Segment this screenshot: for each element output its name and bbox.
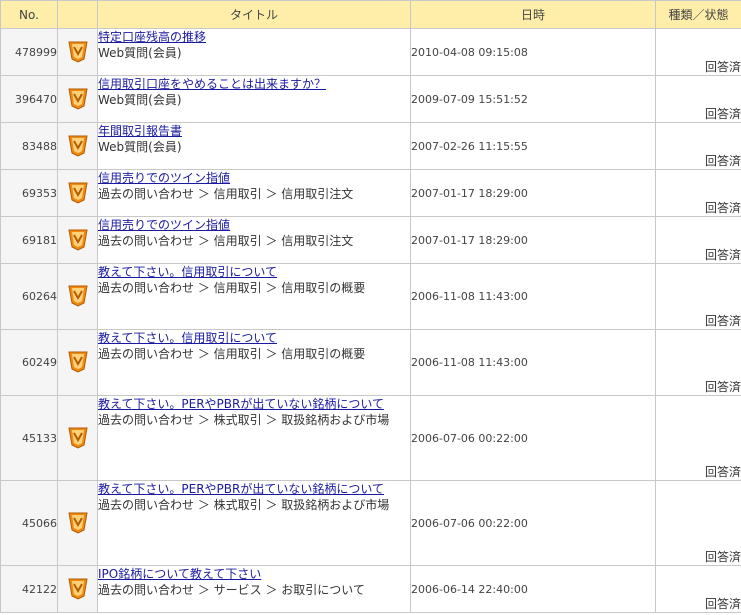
table-row: 45133 教えて下さい。PERやPBRが出ていない銘柄について 過去の問い合わせ … <box>0 395 741 481</box>
row-number: 42122 <box>0 565 58 613</box>
category-path: 過去の問い合わせ ＞ 信用取引 ＞ 信用取引注文 <box>98 187 354 201</box>
row-number: 478999 <box>0 28 58 76</box>
question-title-link[interactable]: 信用取引口座をやめることは出来ますか？ <box>98 77 326 91</box>
row-number: 45133 <box>0 395 58 481</box>
row-number: 45066 <box>0 480 58 566</box>
title-cell: 信用売りでのツイン指値過去の問い合わせ ＞ 信用取引 ＞ 信用取引注文 <box>97 216 411 264</box>
answered-badge-icon <box>67 349 89 373</box>
row-number: 60264 <box>0 263 58 330</box>
table-row: 478999 特定口座残高の推移 Web質問(会員) 2010-04-08 09:15… <box>0 28 741 76</box>
header-title: タイトル <box>97 0 411 29</box>
header-status: 種類／状態 <box>655 0 741 29</box>
date-cell: 2006-07-06 00:22:00 <box>410 395 656 481</box>
title-cell: 教えて下さい。信用取引について過去の問い合わせ ＞ 信用取引 ＞ 信用取引の概要 <box>97 263 411 330</box>
table-row: 60264 教えて下さい。信用取引について過去の問い合わせ ＞ 信用取引 ＞ 信用… <box>0 263 741 330</box>
date-cell: 2006-07-06 00:22:00 <box>410 480 656 566</box>
icon-cell <box>57 169 98 217</box>
header-icon <box>57 0 98 29</box>
title-cell: IPO銘柄について教えて下さい過去の問い合わせ ＞ サービス ＞ お取引について <box>97 565 411 613</box>
status-cell: 回答済 <box>655 565 741 613</box>
date-cell: 2006-06-14 22:40:00 <box>410 565 656 613</box>
status-cell: 回答済 <box>655 216 741 264</box>
row-number: 60249 <box>0 329 58 396</box>
table-row: 45066 教えて下さい。PERやPBRが出ていない銘柄について 過去の問い合わせ … <box>0 480 741 566</box>
answered-badge-icon <box>67 227 89 251</box>
status-cell: 回答済 <box>655 75 741 123</box>
answered-badge-icon <box>67 283 89 307</box>
header-date: 日時 <box>410 0 656 29</box>
category-path: 過去の問い合わせ ＞ 信用取引 ＞ 信用取引注文 <box>98 234 354 248</box>
table-row: 42122 IPO銘柄について教えて下さい過去の問い合わせ ＞ サービス ＞ お取… <box>0 565 741 613</box>
category-path: 過去の問い合わせ ＞ 株式取引 ＞ 取扱銘柄および市場 <box>98 498 390 512</box>
date-cell: 2007-02-26 11:15:55 <box>410 122 656 170</box>
date-cell: 2009-07-09 15:51:52 <box>410 75 656 123</box>
icon-cell <box>57 28 98 76</box>
row-number: 69181 <box>0 216 58 264</box>
answered-badge-icon <box>67 425 89 449</box>
answered-badge-icon <box>67 133 89 157</box>
icon-cell <box>57 263 98 330</box>
date-cell: 2006-11-08 11:43:00 <box>410 329 656 396</box>
table-row: 60249 教えて下さい。信用取引について過去の問い合わせ ＞ 信用取引 ＞ 信用… <box>0 329 741 396</box>
question-title-link[interactable]: IPO銘柄について教えて下さい <box>98 567 261 581</box>
status-cell: 回答済 <box>655 263 741 330</box>
status-cell: 回答済 <box>655 122 741 170</box>
question-title-link[interactable]: 信用売りでのツイン指値 <box>98 171 230 185</box>
icon-cell <box>57 75 98 123</box>
question-title-link[interactable]: 教えて下さい。PERやPBRが出ていない銘柄について <box>98 397 384 411</box>
icon-cell <box>57 216 98 264</box>
title-cell: 教えて下さい。PERやPBRが出ていない銘柄について 過去の問い合わせ ＞ 株式取… <box>97 480 411 566</box>
title-cell: 教えて下さい。信用取引について過去の問い合わせ ＞ 信用取引 ＞ 信用取引の概要 <box>97 329 411 396</box>
table-row: 83488 年間取引報告書 Web質問(会員) 2007-02-26 11:15:55… <box>0 122 741 170</box>
question-title-link[interactable]: 教えて下さい。信用取引について <box>98 265 277 279</box>
icon-cell <box>57 565 98 613</box>
date-cell: 2006-11-08 11:43:00 <box>410 263 656 330</box>
inquiry-table: No. タイトル 日時 種類／状態 478999 特定口座残高の推移 Web質問(会… <box>0 0 741 613</box>
category-path: 過去の問い合わせ ＞ 信用取引 ＞ 信用取引の概要 <box>98 281 366 295</box>
answered-badge-icon <box>67 39 89 63</box>
status-cell: 回答済 <box>655 395 741 481</box>
status-cell: 回答済 <box>655 28 741 76</box>
title-cell: 特定口座残高の推移 Web質問(会員) <box>97 28 411 76</box>
table-row: 69181 信用売りでのツイン指値過去の問い合わせ ＞ 信用取引 ＞ 信用取引注文… <box>0 216 741 264</box>
date-cell: 2007-01-17 18:29:00 <box>410 216 656 264</box>
category-path: Web質問(会員) <box>98 140 182 154</box>
title-cell: 信用売りでのツイン指値過去の問い合わせ ＞ 信用取引 ＞ 信用取引注文 <box>97 169 411 217</box>
status-cell: 回答済 <box>655 169 741 217</box>
row-number: 69353 <box>0 169 58 217</box>
title-cell: 信用取引口座をやめることは出来ますか？ Web質問(会員) <box>97 75 411 123</box>
row-number: 396470 <box>0 75 58 123</box>
icon-cell <box>57 480 98 566</box>
title-cell: 教えて下さい。PERやPBRが出ていない銘柄について 過去の問い合わせ ＞ 株式取… <box>97 395 411 481</box>
title-cell: 年間取引報告書 Web質問(会員) <box>97 122 411 170</box>
icon-cell <box>57 395 98 481</box>
category-path: 過去の問い合わせ ＞ 株式取引 ＞ 取扱銘柄および市場 <box>98 413 390 427</box>
table-row: 69353 信用売りでのツイン指値過去の問い合わせ ＞ 信用取引 ＞ 信用取引注文… <box>0 169 741 217</box>
category-path: 過去の問い合わせ ＞ サービス ＞ お取引について <box>98 583 365 597</box>
status-cell: 回答済 <box>655 480 741 566</box>
question-title-link[interactable]: 特定口座残高の推移 <box>98 30 206 44</box>
date-cell: 2007-01-17 18:29:00 <box>410 169 656 217</box>
category-path: 過去の問い合わせ ＞ 信用取引 ＞ 信用取引の概要 <box>98 347 366 361</box>
row-number: 83488 <box>0 122 58 170</box>
question-title-link[interactable]: 教えて下さい。PERやPBRが出ていない銘柄について <box>98 482 384 496</box>
category-path: Web質問(会員) <box>98 93 182 107</box>
answered-badge-icon <box>67 180 89 204</box>
status-cell: 回答済 <box>655 329 741 396</box>
icon-cell <box>57 122 98 170</box>
header-no: No. <box>0 0 58 29</box>
date-cell: 2010-04-08 09:15:08 <box>410 28 656 76</box>
table-header-row: No. タイトル 日時 種類／状態 <box>0 0 741 29</box>
answered-badge-icon <box>67 510 89 534</box>
category-path: Web質問(会員) <box>98 46 182 60</box>
icon-cell <box>57 329 98 396</box>
answered-badge-icon <box>67 576 89 600</box>
question-title-link[interactable]: 教えて下さい。信用取引について <box>98 331 277 345</box>
answered-badge-icon <box>67 86 89 110</box>
table-row: 396470 信用取引口座をやめることは出来ますか？ Web質問(会員) 2009-0… <box>0 75 741 123</box>
question-title-link[interactable]: 信用売りでのツイン指値 <box>98 218 230 232</box>
question-title-link[interactable]: 年間取引報告書 <box>98 124 182 138</box>
